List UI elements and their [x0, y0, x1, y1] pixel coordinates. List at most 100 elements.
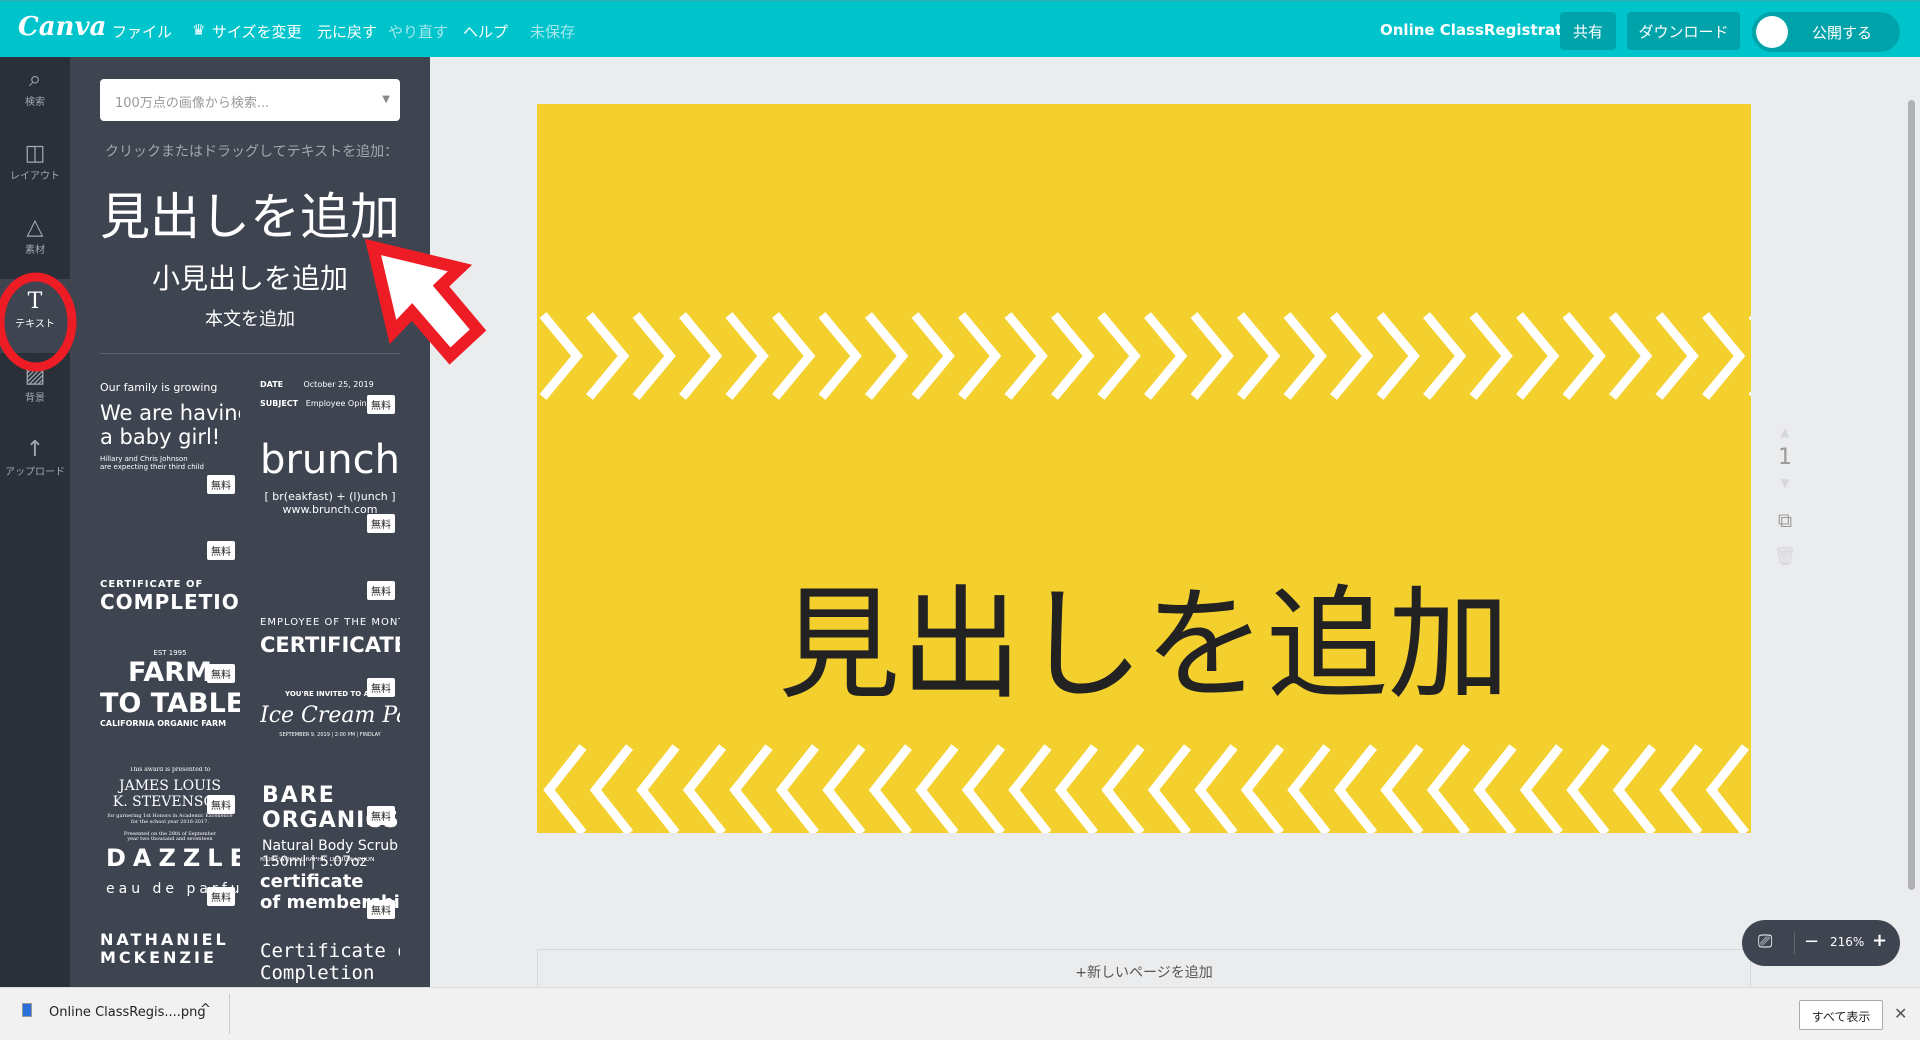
layout-icon: ◫ [24, 141, 46, 166]
template-text: CERTIFICATE [260, 632, 400, 657]
publish-label: 公開する [1812, 24, 1873, 42]
add-page-button[interactable]: +新しいページを追加 [537, 949, 1751, 989]
add-heading-button[interactable]: 見出しを追加 [100, 177, 400, 249]
chevron-left-shape [543, 744, 587, 833]
sidebar-item-search[interactable]: ⌕ 検索 [0, 57, 70, 131]
sidebar-item-label: 素材 [25, 245, 45, 256]
chevron-left-shape [589, 744, 634, 833]
sidebar-item-label: 背景 [25, 393, 45, 404]
page-controls: ▲ 1 ▼ ⧉ 🗑 [1770, 425, 1800, 567]
template-text: Ice Cream Party [260, 703, 400, 729]
chevron-left-shape [1519, 744, 1564, 833]
publish-toggle[interactable]: 公開する [1752, 12, 1900, 52]
free-badge: 無料 [367, 514, 395, 533]
chevron-right-shape [1516, 312, 1560, 400]
chevron-right-shape [1097, 312, 1141, 400]
add-subheading-button[interactable]: 小見出しを追加 [100, 257, 400, 297]
free-badge: 無料 [367, 806, 395, 825]
close-icon[interactable]: ✕ [1894, 1004, 1907, 1023]
chevron-right-shape [632, 312, 676, 400]
image-search-input[interactable]: 100万点の画像から検索... ▼ [100, 79, 400, 121]
design-canvas[interactable]: 見出しを追加 [537, 104, 1751, 833]
download-button[interactable]: ダウンロード [1627, 12, 1740, 50]
present-icon[interactable]: ⎚ [1758, 931, 1772, 952]
chevron-left-shape [775, 744, 820, 833]
template-text: October 25, 2019 [303, 380, 374, 389]
template-completion[interactable]: Certificate of Completion [260, 941, 400, 985]
chevron-left-shape [1473, 744, 1517, 833]
chevron-left-shape [1287, 744, 1331, 833]
zoom-in-button[interactable]: + [1872, 930, 1887, 951]
menu-file[interactable]: ファイル [112, 21, 172, 42]
sidebar-item-label: アップロード [5, 467, 65, 478]
template-baby[interactable]: Our family is growing We are having a ba… [100, 382, 240, 471]
downloaded-file[interactable]: Online ClassRegis....png [49, 1005, 206, 1020]
menu-help[interactable]: ヘルプ [463, 21, 508, 42]
template-certificate[interactable]: CERTIFICATE OF COMPLETION [100, 579, 240, 614]
chevron-right-shape [1562, 312, 1606, 400]
menu-redo[interactable]: やり直す [388, 21, 448, 42]
template-text: certificate [260, 870, 364, 892]
chevron-right-shape [818, 312, 862, 400]
chevron-left-shape [868, 744, 913, 833]
sidebar-item-elements[interactable]: △ 素材 [0, 205, 70, 279]
template-text: SEPTEMBER 9, 2019 | 2:00 PM | FINDLAY [279, 732, 381, 739]
template-text: Hillary and Chris Johnson [100, 454, 188, 463]
zoom-out-button[interactable]: − [1804, 931, 1819, 952]
chevron-right-shape [911, 312, 955, 400]
search-placeholder: 100万点の画像から検索... [115, 96, 270, 111]
elements-icon: △ [26, 215, 44, 240]
chevron-up-icon[interactable]: ^ [200, 1002, 211, 1017]
sidebar-item-layout[interactable]: ◫ レイアウト [0, 131, 70, 205]
divider [100, 353, 400, 354]
chevron-left-shape [1566, 744, 1610, 833]
page-down-icon[interactable]: ▼ [1770, 476, 1800, 490]
file-icon [22, 1003, 32, 1017]
share-button[interactable]: 共有 [1560, 12, 1616, 50]
sidebar-item-upload[interactable]: ↑ アップロード [0, 427, 70, 501]
chevron-right-shape [586, 312, 630, 400]
vertical-scrollbar[interactable] [1908, 100, 1915, 890]
template-text: are expecting their third child [100, 462, 204, 471]
sidebar-item-background[interactable]: ▨ 背景 [0, 353, 70, 427]
design-heading-text[interactable]: 見出しを追加 [537, 584, 1751, 706]
zoom-level[interactable]: 216% [1830, 935, 1864, 949]
chevron-down-icon[interactable]: ▼ [382, 94, 390, 105]
top-bar: Canva ファイル ♛ サイズを変更 元に戻す やり直す ヘルプ 未保存 On… [0, 0, 1920, 57]
document-title[interactable]: Online ClassRegistration [1380, 21, 1588, 39]
template-text: for the school year 2016-2017. [131, 818, 209, 825]
chevron-left-shape [682, 744, 727, 833]
show-all-button[interactable]: すべて表示 [1799, 1000, 1883, 1030]
chevron-right-shape [1609, 312, 1653, 400]
template-brunch[interactable]: brunch [ br(eakfast) + (l)unch ] www.bru… [260, 437, 400, 516]
chevron-right-shape [1144, 312, 1188, 400]
template-employee[interactable]: EMPLOYEE OF THE MONTH CERTIFICATE [260, 617, 400, 657]
template-text: EST 1995 [153, 649, 187, 657]
duplicate-page-icon[interactable]: ⧉ [1770, 508, 1800, 532]
template-text: Natural Body Scrub [262, 837, 398, 854]
toggle-knob [1756, 16, 1788, 48]
template-text: DATE [260, 380, 284, 389]
template-text: brunch [260, 437, 400, 483]
chevron-right-shape [772, 312, 816, 400]
add-body-text-button[interactable]: 本文を追加 [100, 305, 400, 331]
sidebar-item-text[interactable]: T テキスト [0, 279, 70, 353]
page-up-icon[interactable]: ▲ [1770, 425, 1800, 439]
crown-icon: ♛ [192, 21, 206, 39]
menu-resize[interactable]: サイズを変更 [212, 21, 302, 42]
chevron-left-shape [1054, 744, 1099, 833]
delete-page-icon[interactable]: 🗑 [1770, 546, 1800, 567]
sidebar-item-label: テキスト [15, 319, 55, 330]
template-nathaniel[interactable]: NATHANIEL MCKENZIE [100, 931, 240, 968]
free-badge: 無料 [367, 395, 395, 414]
free-badge: 無料 [367, 678, 395, 697]
template-text: COMPLETION [100, 589, 240, 614]
template-farm[interactable]: EST 1995 FARM TO TABLE CALIFORNIA ORGANI… [100, 649, 240, 728]
chevron-left-shape [1659, 744, 1703, 833]
chevron-right-shape [1330, 312, 1374, 400]
template-text: EMPLOYEE OF THE MONTH [260, 617, 400, 628]
template-icecream[interactable]: YOU'RE INVITED TO AN Ice Cream Party SEP… [260, 690, 400, 739]
canva-logo[interactable]: Canva [18, 12, 106, 42]
menu-undo[interactable]: 元に戻す [317, 21, 377, 42]
chevron-left-shape [1426, 744, 1471, 833]
